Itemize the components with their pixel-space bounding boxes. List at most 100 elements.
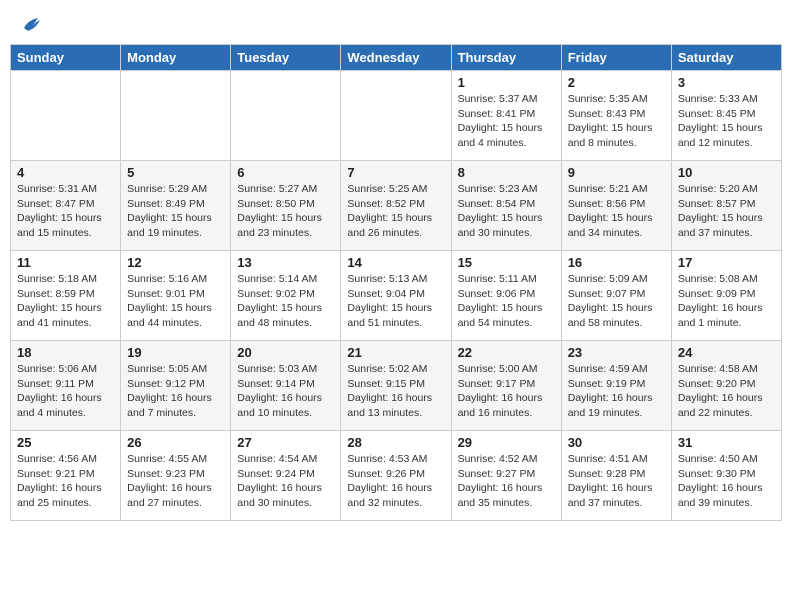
calendar-cell: 18Sunrise: 5:06 AMSunset: 9:11 PMDayligh… [11, 341, 121, 431]
day-info: Sunrise: 5:33 AMSunset: 8:45 PMDaylight:… [678, 92, 775, 151]
day-number: 1 [458, 75, 555, 90]
day-info: Sunrise: 5:00 AMSunset: 9:17 PMDaylight:… [458, 362, 555, 421]
day-number: 17 [678, 255, 775, 270]
day-info: Sunrise: 5:35 AMSunset: 8:43 PMDaylight:… [568, 92, 665, 151]
calendar-cell: 19Sunrise: 5:05 AMSunset: 9:12 PMDayligh… [121, 341, 231, 431]
calendar-cell: 29 Sunrise: 4:52 AMSunset: 9:27 PMDayligh… [451, 431, 561, 521]
calendar-cell: 28 Sunrise: 4:53 AMSunset: 9:26 PMDayligh… [341, 431, 451, 521]
column-header-monday: Monday [121, 45, 231, 71]
day-info: Sunrise: 5:03 AMSunset: 9:14 PMDaylight:… [237, 362, 334, 421]
day-number: 12 [127, 255, 224, 270]
day-info: Sunrise: 5:02 AMSunset: 9:15 PMDaylight:… [347, 362, 444, 421]
calendar-cell: 27 Sunrise: 4:54 AMSunset: 9:24 PMDayligh… [231, 431, 341, 521]
logo [16, 14, 42, 32]
day-info: Sunrise: 4:55 AMSunset: 9:23 PMDaylight:… [127, 452, 224, 511]
header [10, 10, 782, 36]
day-info: Sunrise: 5:11 AMSunset: 9:06 PMDaylight:… [458, 272, 555, 331]
day-info: Sunrise: 4:59 AMSunset: 9:19 PMDaylight:… [568, 362, 665, 421]
day-info: Sunrise: 4:50 AMSunset: 9:30 PMDaylight:… [678, 452, 775, 511]
day-number: 3 [678, 75, 775, 90]
day-info: Sunrise: 4:53 AMSunset: 9:26 PMDaylight:… [347, 452, 444, 511]
calendar-week-row: 18Sunrise: 5:06 AMSunset: 9:11 PMDayligh… [11, 341, 782, 431]
day-info: Sunrise: 5:23 AMSunset: 8:54 PMDaylight:… [458, 182, 555, 241]
day-number: 23 [568, 345, 665, 360]
day-number: 24 [678, 345, 775, 360]
day-number: 4 [17, 165, 114, 180]
day-info: Sunrise: 5:20 AMSunset: 8:57 PMDaylight:… [678, 182, 775, 241]
day-number: 9 [568, 165, 665, 180]
calendar-cell: 23 Sunrise: 4:59 AMSunset: 9:19 PMDayligh… [561, 341, 671, 431]
calendar-cell: 15 Sunrise: 5:11 AMSunset: 9:06 PMDayligh… [451, 251, 561, 341]
day-info: Sunrise: 5:31 AMSunset: 8:47 PMDaylight:… [17, 182, 114, 241]
day-info: Sunrise: 5:25 AMSunset: 8:52 PMDaylight:… [347, 182, 444, 241]
calendar-cell: 11 Sunrise: 5:18 AMSunset: 8:59 PMDayligh… [11, 251, 121, 341]
day-number: 13 [237, 255, 334, 270]
calendar-cell: 5 Sunrise: 5:29 AMSunset: 8:49 PMDaylight… [121, 161, 231, 251]
calendar-cell: 30Sunrise: 4:51 AMSunset: 9:28 PMDayligh… [561, 431, 671, 521]
day-info: Sunrise: 5:29 AMSunset: 8:49 PMDaylight:… [127, 182, 224, 241]
day-number: 27 [237, 435, 334, 450]
calendar-cell [341, 71, 451, 161]
calendar-cell: 25Sunrise: 4:56 AMSunset: 9:21 PMDayligh… [11, 431, 121, 521]
day-info: Sunrise: 4:58 AMSunset: 9:20 PMDaylight:… [678, 362, 775, 421]
day-number: 28 [347, 435, 444, 450]
calendar-cell: 17 Sunrise: 5:08 AMSunset: 9:09 PMDayligh… [671, 251, 781, 341]
column-header-friday: Friday [561, 45, 671, 71]
calendar-cell: 26Sunrise: 4:55 AMSunset: 9:23 PMDayligh… [121, 431, 231, 521]
calendar-cell: 3 Sunrise: 5:33 AMSunset: 8:45 PMDaylight… [671, 71, 781, 161]
day-info: Sunrise: 5:09 AMSunset: 9:07 PMDaylight:… [568, 272, 665, 331]
calendar-header-row: SundayMondayTuesdayWednesdayThursdayFrid… [11, 45, 782, 71]
day-number: 18 [17, 345, 114, 360]
day-info: Sunrise: 5:18 AMSunset: 8:59 PMDaylight:… [17, 272, 114, 331]
calendar-cell [11, 71, 121, 161]
calendar-cell: 6Sunrise: 5:27 AMSunset: 8:50 PMDaylight… [231, 161, 341, 251]
day-number: 15 [458, 255, 555, 270]
day-info: Sunrise: 4:54 AMSunset: 9:24 PMDaylight:… [237, 452, 334, 511]
day-number: 31 [678, 435, 775, 450]
calendar-cell [121, 71, 231, 161]
day-info: Sunrise: 5:08 AMSunset: 9:09 PMDaylight:… [678, 272, 775, 331]
day-info: Sunrise: 4:56 AMSunset: 9:21 PMDaylight:… [17, 452, 114, 511]
calendar-cell: 24 Sunrise: 4:58 AMSunset: 9:20 PMDayligh… [671, 341, 781, 431]
column-header-tuesday: Tuesday [231, 45, 341, 71]
calendar-week-row: 11 Sunrise: 5:18 AMSunset: 8:59 PMDayligh… [11, 251, 782, 341]
column-header-sunday: Sunday [11, 45, 121, 71]
calendar-cell: 4 Sunrise: 5:31 AMSunset: 8:47 PMDaylight… [11, 161, 121, 251]
calendar-cell: 16 Sunrise: 5:09 AMSunset: 9:07 PMDayligh… [561, 251, 671, 341]
day-number: 29 [458, 435, 555, 450]
calendar-week-row: 1 Sunrise: 5:37 AMSunset: 8:41 PMDaylight… [11, 71, 782, 161]
day-number: 5 [127, 165, 224, 180]
calendar-week-row: 4 Sunrise: 5:31 AMSunset: 8:47 PMDaylight… [11, 161, 782, 251]
day-number: 14 [347, 255, 444, 270]
day-number: 16 [568, 255, 665, 270]
calendar-cell [231, 71, 341, 161]
calendar-week-row: 25Sunrise: 4:56 AMSunset: 9:21 PMDayligh… [11, 431, 782, 521]
column-header-thursday: Thursday [451, 45, 561, 71]
day-info: Sunrise: 4:52 AMSunset: 9:27 PMDaylight:… [458, 452, 555, 511]
calendar-cell: 9 Sunrise: 5:21 AMSunset: 8:56 PMDaylight… [561, 161, 671, 251]
calendar-cell: 22Sunrise: 5:00 AMSunset: 9:17 PMDayligh… [451, 341, 561, 431]
day-number: 7 [347, 165, 444, 180]
calendar-cell: 7 Sunrise: 5:25 AMSunset: 8:52 PMDaylight… [341, 161, 451, 251]
day-number: 21 [347, 345, 444, 360]
day-info: Sunrise: 5:27 AMSunset: 8:50 PMDaylight:… [237, 182, 334, 241]
calendar-cell: 2 Sunrise: 5:35 AMSunset: 8:43 PMDaylight… [561, 71, 671, 161]
calendar-cell: 1 Sunrise: 5:37 AMSunset: 8:41 PMDaylight… [451, 71, 561, 161]
day-number: 19 [127, 345, 224, 360]
day-info: Sunrise: 5:21 AMSunset: 8:56 PMDaylight:… [568, 182, 665, 241]
day-number: 8 [458, 165, 555, 180]
day-number: 30 [568, 435, 665, 450]
day-info: Sunrise: 5:14 AMSunset: 9:02 PMDaylight:… [237, 272, 334, 331]
calendar-table: SundayMondayTuesdayWednesdayThursdayFrid… [10, 44, 782, 521]
day-number: 2 [568, 75, 665, 90]
day-number: 20 [237, 345, 334, 360]
calendar-cell: 20 Sunrise: 5:03 AMSunset: 9:14 PMDayligh… [231, 341, 341, 431]
calendar-cell: 12 Sunrise: 5:16 AMSunset: 9:01 PMDayligh… [121, 251, 231, 341]
day-info: Sunrise: 5:16 AMSunset: 9:01 PMDaylight:… [127, 272, 224, 331]
calendar-cell: 13 Sunrise: 5:14 AMSunset: 9:02 PMDayligh… [231, 251, 341, 341]
day-info: Sunrise: 5:37 AMSunset: 8:41 PMDaylight:… [458, 92, 555, 151]
day-number: 11 [17, 255, 114, 270]
calendar-cell: 31 Sunrise: 4:50 AMSunset: 9:30 PMDayligh… [671, 431, 781, 521]
day-info: Sunrise: 5:13 AMSunset: 9:04 PMDaylight:… [347, 272, 444, 331]
logo-bird-icon [20, 14, 42, 36]
